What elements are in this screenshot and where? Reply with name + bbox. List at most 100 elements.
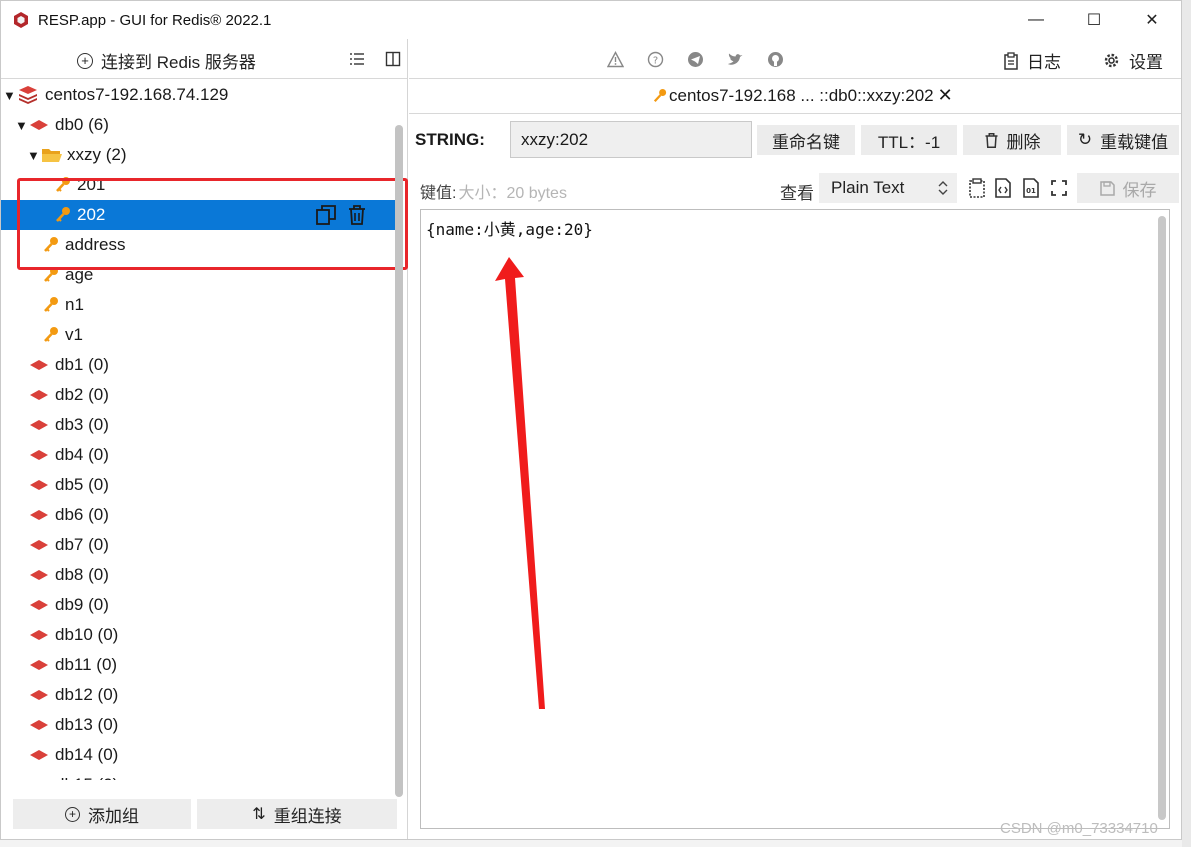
db-label: db9 (0) — [55, 595, 109, 614]
close-tab-icon[interactable]: ✕ — [938, 85, 953, 106]
expand-arrow-icon[interactable]: ▼ — [27, 148, 41, 163]
redis-server-icon — [19, 86, 37, 104]
database-icon — [30, 750, 48, 760]
key-icon — [44, 327, 58, 342]
connections-toolbar: + 连接到 Redis 服务器 — [1, 39, 407, 79]
gear-icon — [1104, 53, 1119, 68]
settings-label: 设置 — [1129, 53, 1163, 72]
delete-label: 删除 — [1006, 132, 1041, 152]
json-file-icon[interactable] — [993, 178, 1013, 198]
minimize-button[interactable]: — — [1007, 1, 1065, 39]
key-icon — [44, 297, 58, 312]
db-label: db4 (0) — [55, 445, 109, 464]
db-node-db6[interactable]: db6 (0) — [1, 500, 397, 530]
delete-key-button[interactable]: 删除 — [963, 125, 1061, 155]
db-label: db5 (0) — [55, 475, 109, 494]
db-node-db2[interactable]: db2 (0) — [1, 380, 397, 410]
database-icon — [30, 450, 48, 460]
reload-label: 重载键值 — [1100, 132, 1169, 152]
db-node-db15[interactable]: db15 (0) — [1, 770, 397, 780]
tree-scrollbar[interactable] — [395, 125, 403, 797]
db-node-db12[interactable]: db12 (0) — [1, 680, 397, 710]
db-label: db6 (0) — [55, 505, 109, 524]
folder-label: xxzy (2) — [67, 145, 127, 164]
db-node-db0[interactable]: ▼ db0 (6) — [1, 110, 397, 140]
help-icon[interactable]: ? — [647, 51, 664, 68]
add-group-button[interactable]: + 添加组 — [13, 799, 191, 829]
tab-key-202[interactable]: centos7-192.168 ... ::db0::xxzy:202 ✕ — [653, 85, 953, 106]
db-label: db10 (0) — [55, 625, 119, 644]
binary-file-icon[interactable]: 01 — [1021, 178, 1041, 198]
connect-to-redis-button[interactable]: + 连接到 Redis 服务器 — [77, 48, 256, 73]
save-button[interactable]: 保存 — [1077, 173, 1179, 203]
annotation-arrow — [495, 257, 545, 709]
db-node-db3[interactable]: db3 (0) — [1, 410, 397, 440]
window-title: RESP.app - GUI for Redis® 2022.1 — [38, 11, 272, 29]
svg-text:?: ? — [653, 56, 658, 67]
log-button[interactable]: 日志 — [1003, 48, 1061, 73]
regroup-label: 重组连接 — [273, 806, 342, 826]
copy-clipboard-icon[interactable] — [967, 178, 987, 198]
svg-text:01: 01 — [1026, 187, 1036, 195]
db-node-db10[interactable]: db10 (0) — [1, 620, 397, 650]
settings-button[interactable]: 设置 — [1103, 48, 1163, 73]
connect-label: 连接到 Redis 服务器 — [101, 53, 256, 72]
maximize-button[interactable]: ☐ — [1065, 1, 1123, 39]
regroup-connections-button[interactable]: ⇅ 重组连接 — [197, 799, 397, 829]
ttl-button[interactable]: TTL：-1 — [861, 125, 957, 155]
db-node-db14[interactable]: db14 (0) — [1, 740, 397, 770]
list-icon[interactable] — [349, 51, 365, 67]
key-node-v1[interactable]: v1 — [1, 320, 397, 350]
database-icon — [30, 510, 48, 520]
db-node-db4[interactable]: db4 (0) — [1, 440, 397, 470]
db-label: db12 (0) — [55, 685, 119, 704]
db-node-db7[interactable]: db7 (0) — [1, 530, 397, 560]
reload-value-button[interactable]: ↻ 重载键值 — [1067, 125, 1179, 155]
save-label: 保存 — [1122, 180, 1157, 200]
server-node[interactable]: ▼ centos7-192.168.74.129 — [1, 80, 397, 110]
database-icon — [30, 390, 48, 400]
tab-label: centos7-192.168 ... ::db0::xxzy:202 — [669, 85, 934, 105]
expand-arrow-icon[interactable]: ▼ — [3, 88, 17, 103]
key-label: n1 — [65, 295, 84, 314]
twitter-icon[interactable] — [727, 51, 744, 68]
refresh-icon: ↻ — [1077, 130, 1093, 149]
background-window-edge — [1182, 0, 1191, 847]
editor-scrollbar[interactable] — [1158, 216, 1166, 820]
warning-icon[interactable] — [607, 51, 624, 68]
view-mode-select[interactable]: Plain Text — [819, 173, 957, 203]
app-window: RESP.app - GUI for Redis® 2022.1 — ☐ ✕ +… — [0, 0, 1182, 840]
database-icon — [30, 690, 48, 700]
close-window-button[interactable]: ✕ — [1123, 1, 1181, 39]
db-node-db13[interactable]: db13 (0) — [1, 710, 397, 740]
db-label: db14 (0) — [55, 745, 119, 764]
value-text[interactable]: {name:小黄,age:20} — [426, 216, 593, 240]
split-panel-icon[interactable] — [385, 51, 401, 67]
key-name-field[interactable]: xxzy:202 — [510, 121, 752, 158]
db-label: db11 (0) — [55, 655, 118, 674]
server-label: centos7-192.168.74.129 — [45, 85, 229, 104]
open-folder-icon — [42, 149, 62, 162]
db-node-db1[interactable]: db1 (0) — [1, 350, 397, 380]
db-label: db15 (0) — [55, 775, 118, 780]
fullscreen-icon[interactable] — [1049, 178, 1069, 198]
plus-circle-icon: + — [77, 52, 93, 69]
db-node-db9[interactable]: db9 (0) — [1, 590, 397, 620]
db-node-db8[interactable]: db8 (0) — [1, 560, 397, 590]
expand-arrow-icon[interactable]: ▼ — [15, 118, 29, 133]
github-icon[interactable] — [767, 51, 784, 68]
telegram-icon[interactable] — [687, 51, 704, 68]
db-label: db13 (0) — [55, 715, 119, 734]
key-node-n1[interactable]: n1 — [1, 290, 397, 320]
db-label: db8 (0) — [55, 565, 109, 584]
highlight-annotation-box — [17, 178, 408, 270]
main-toolbar: ? 日志 设置 — [409, 39, 1181, 79]
clipboard-icon — [1004, 51, 1018, 70]
db-node-db11[interactable]: db11 (0) — [1, 650, 397, 680]
namespace-folder-xxzy[interactable]: ▼ xxzy (2) — [1, 140, 397, 170]
resp-app-icon — [14, 12, 28, 28]
rename-key-button[interactable]: 重命名键 — [757, 125, 855, 155]
database-icon — [30, 540, 48, 550]
database-icon — [30, 120, 48, 130]
db-node-db5[interactable]: db5 (0) — [1, 470, 397, 500]
